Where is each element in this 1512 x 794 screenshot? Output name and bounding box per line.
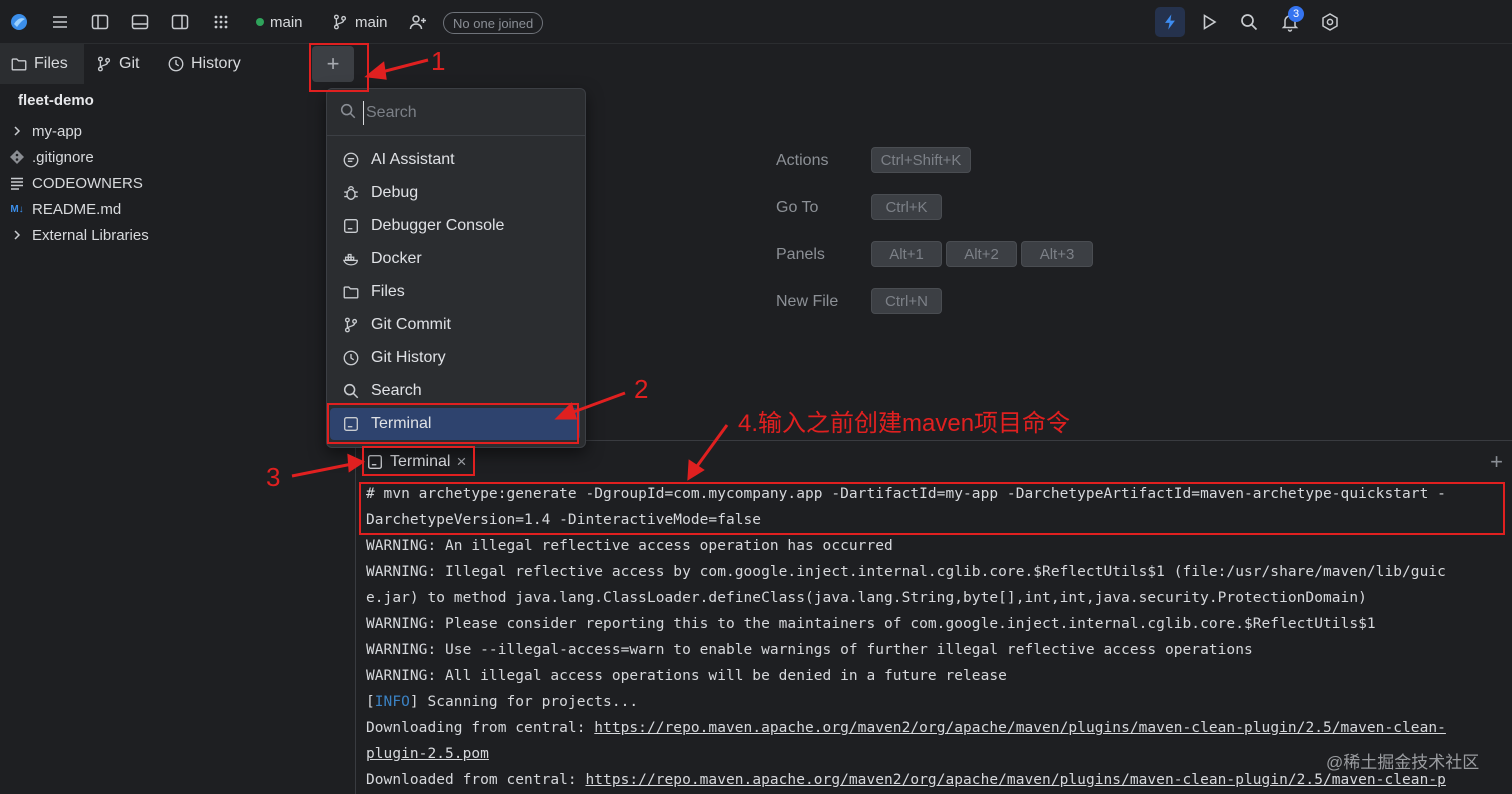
watermark: @稀土掘金技术社区 bbox=[1326, 753, 1480, 772]
annotation-label-3: 3 bbox=[266, 462, 281, 492]
annotation-label-2: 2 bbox=[634, 374, 649, 404]
annotation-arrows bbox=[291, 58, 729, 481]
annotation-label-1: 1 bbox=[431, 46, 446, 76]
annotation-label-4: 4.输入之前创建maven项目命令 bbox=[738, 410, 1071, 437]
